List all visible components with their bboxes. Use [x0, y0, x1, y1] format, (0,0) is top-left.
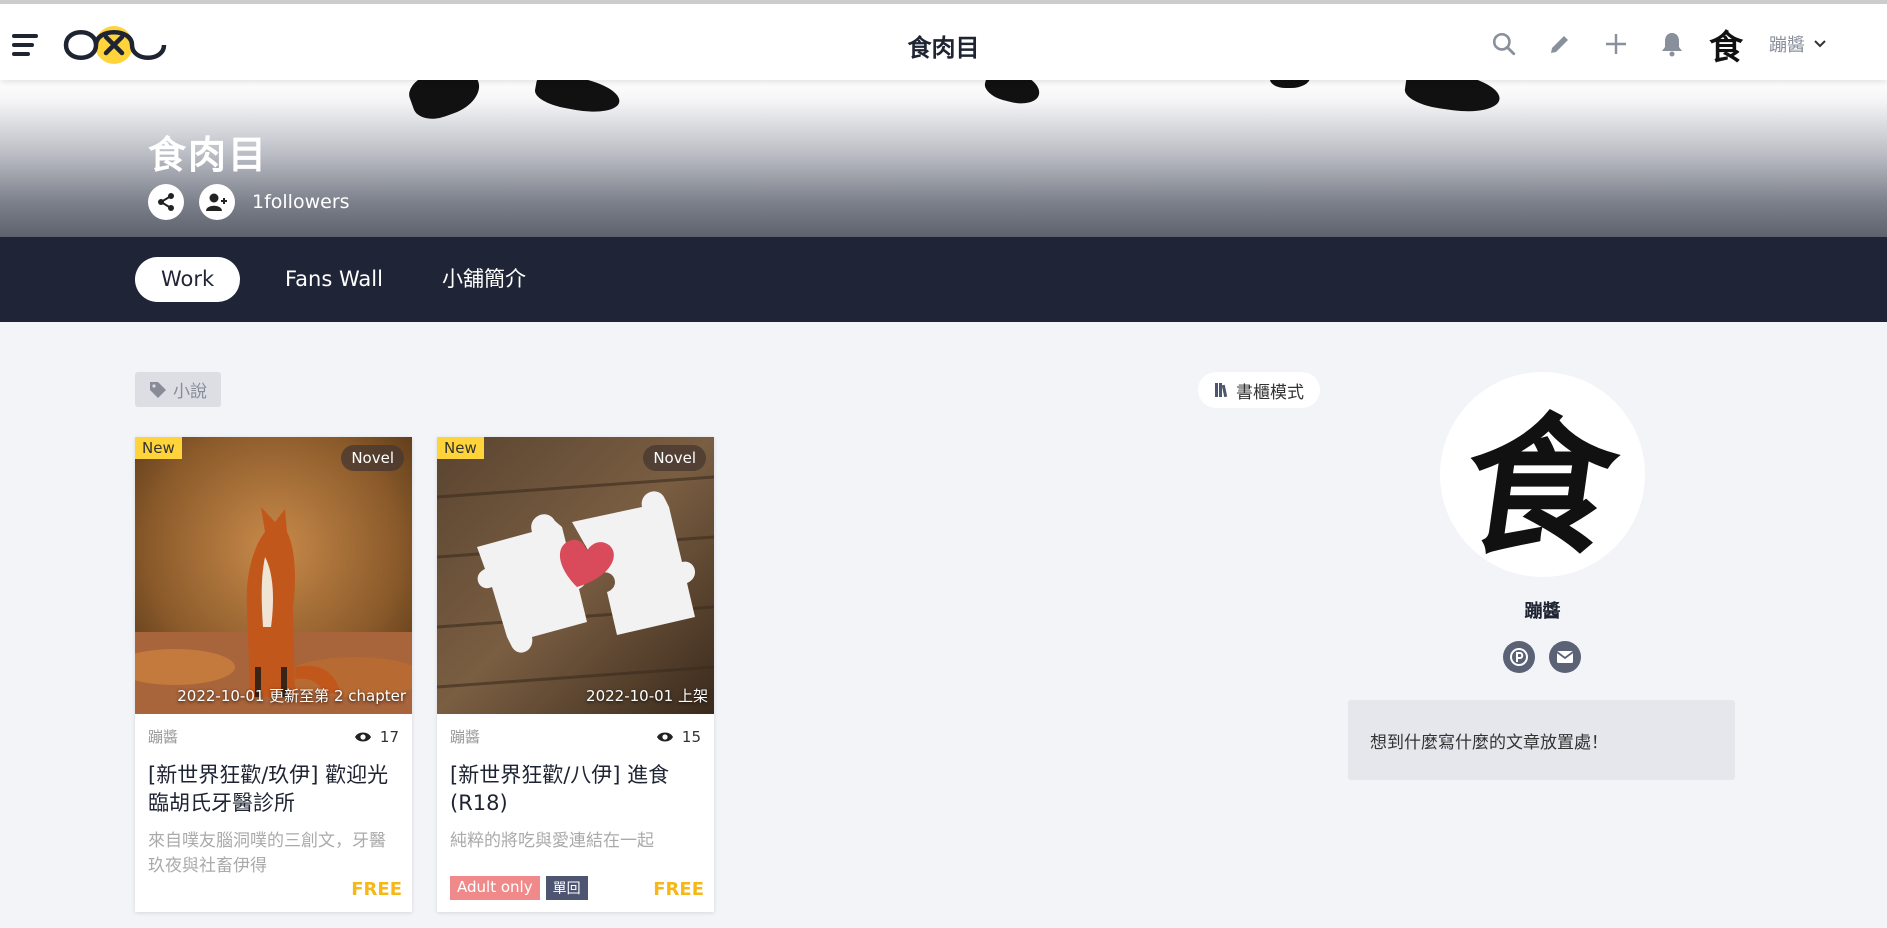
header-actions: 食 蹦醬	[1489, 24, 1827, 68]
plurk-icon[interactable]	[1503, 641, 1535, 673]
bookshelf-mode-label: 書櫃模式	[1236, 382, 1304, 403]
follow-button[interactable]	[199, 184, 235, 220]
update-caption: 2022-10-01 更新至第 2 chapter	[177, 687, 406, 705]
books-icon	[1215, 383, 1228, 398]
work-title[interactable]: [新世界狂歡/玖伊] 歡迎光臨胡氏牙醫診所	[148, 761, 399, 817]
work-card[interactable]: New Novel 2022-10-01 更新至第 2 chapter 蹦醬 1…	[135, 437, 412, 912]
user-menu[interactable]: 蹦醬	[1769, 31, 1827, 57]
profile-avatar-char: 食	[1453, 399, 1629, 575]
chevron-down-icon	[1814, 40, 1826, 48]
work-author[interactable]: 蹦醬	[450, 726, 480, 747]
bookshelf-mode-button[interactable]: 書櫃模式	[1198, 372, 1320, 408]
single-chapter-tag: 單回	[545, 876, 588, 900]
view-count: 17	[379, 727, 399, 746]
work-author[interactable]: 蹦醬	[148, 726, 178, 747]
view-count: 15	[681, 727, 701, 746]
eye-icon	[656, 732, 673, 741]
profile-name[interactable]: 蹦醬	[1440, 597, 1645, 623]
work-cover-image[interactable]: New Novel 2022-10-01 上架	[437, 437, 714, 714]
bell-icon[interactable]	[1657, 29, 1687, 59]
pencil-icon[interactable]	[1545, 29, 1575, 59]
profile-social-links	[1503, 641, 1581, 673]
update-caption: 2022-10-01 上架	[586, 687, 708, 705]
tab-shop-intro[interactable]: 小舖簡介	[416, 257, 552, 302]
work-cover-image[interactable]: New Novel 2022-10-01 更新至第 2 chapter	[135, 437, 412, 714]
user-name: 蹦醬	[1769, 35, 1805, 56]
profile-avatar[interactable]: 食	[1440, 372, 1645, 577]
shop-banner	[0, 80, 1887, 237]
search-icon[interactable]	[1489, 29, 1519, 59]
profile-bio: 想到什麼寫什麼的文章放置處！	[1348, 700, 1735, 780]
eye-icon	[354, 732, 371, 741]
share-icon	[158, 193, 174, 211]
new-badge: New	[437, 437, 484, 459]
tab-fans-wall[interactable]: Fans Wall	[259, 257, 409, 302]
plus-icon[interactable]	[1601, 29, 1631, 59]
category-tag-novel[interactable]: 小說	[135, 372, 221, 407]
add-user-icon	[206, 193, 227, 211]
work-price: FREE	[351, 879, 402, 900]
work-description: 純粹的將吃與愛連結在一起	[450, 831, 654, 851]
followers-count: 1followers	[252, 191, 350, 213]
work-card[interactable]: New Novel 2022-10-01 上架 蹦醬 15 [新世界狂歡/八伊]…	[437, 437, 714, 912]
work-description: 來自噗友腦洞噗的三創文，牙醫玖夜與社畜伊得	[148, 831, 386, 876]
tab-bar: Work Fans Wall 小舖簡介	[0, 237, 1887, 322]
type-badge: Novel	[341, 445, 404, 471]
category-tag-label: 小說	[173, 382, 207, 402]
work-price: FREE	[653, 879, 704, 900]
adult-only-tag: Adult only	[450, 876, 540, 900]
share-button[interactable]	[148, 184, 184, 220]
mail-icon[interactable]	[1549, 641, 1581, 673]
shop-title: 食肉目	[148, 133, 269, 177]
top-bar: 食肉目 食 蹦醬	[0, 0, 1887, 80]
tag-icon	[150, 381, 166, 398]
user-avatar[interactable]: 食	[1709, 20, 1743, 69]
work-title[interactable]: [新世界狂歡/八伊] 進食(R18)	[450, 761, 701, 817]
new-badge: New	[135, 437, 182, 459]
tab-work[interactable]: Work	[135, 257, 241, 302]
type-badge: Novel	[643, 445, 706, 471]
